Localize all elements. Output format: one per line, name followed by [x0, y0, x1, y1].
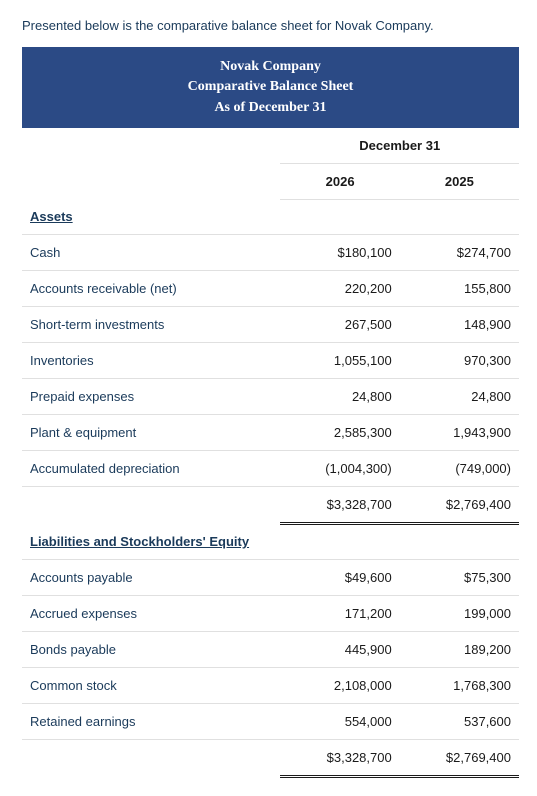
- row-liab-total: $3,328,700 $2,769,400: [22, 739, 519, 776]
- label-bonds: Bonds payable: [22, 631, 280, 667]
- bonds-2026: 445,900: [280, 631, 399, 667]
- prepaid-2026: 24,800: [280, 379, 399, 415]
- label-cs: Common stock: [22, 667, 280, 703]
- bonds-2025: 189,200: [400, 631, 519, 667]
- cash-2026: $180,100: [280, 235, 399, 271]
- row-cash: Cash $180,100 $274,700: [22, 235, 519, 271]
- section-assets-title-row: Assets: [22, 199, 519, 235]
- year-row: 2026 2025: [22, 163, 519, 199]
- label-ap: Accounts payable: [22, 559, 280, 595]
- prepaid-2025: 24,800: [400, 379, 519, 415]
- intro-text: Presented below is the comparative balan…: [22, 18, 519, 33]
- accdep-2026: (1,004,300): [280, 451, 399, 487]
- company-name: Novak Company: [22, 57, 519, 77]
- col-2025-header: 2025: [400, 163, 519, 199]
- re-2025: 537,600: [400, 703, 519, 739]
- sheet-title: Comparative Balance Sheet: [22, 77, 519, 97]
- label-inv: Inventories: [22, 343, 280, 379]
- label-ar: Accounts receivable (net): [22, 271, 280, 307]
- cs-2025: 1,768,300: [400, 667, 519, 703]
- ap-2025: $75,300: [400, 559, 519, 595]
- ap-2026: $49,600: [280, 559, 399, 595]
- sheet-header: Novak Company Comparative Balance Sheet …: [22, 47, 519, 128]
- cs-2026: 2,108,000: [280, 667, 399, 703]
- row-retained-earnings: Retained earnings 554,000 537,600: [22, 703, 519, 739]
- as-of-line: As of December 31: [22, 98, 519, 118]
- label-pe: Plant & equipment: [22, 415, 280, 451]
- label-cash: Cash: [22, 235, 280, 271]
- row-sti: Short-term investments 267,500 148,900: [22, 307, 519, 343]
- row-inventories: Inventories 1,055,100 970,300: [22, 343, 519, 379]
- liab-section-title: Liabilities and Stockholders' Equity: [30, 534, 249, 549]
- accr-2026: 171,200: [280, 595, 399, 631]
- row-prepaid: Prepaid expenses 24,800 24,800: [22, 379, 519, 415]
- label-accdep: Accumulated depreciation: [22, 451, 280, 487]
- accr-2025: 199,000: [400, 595, 519, 631]
- col-2026-header: 2026: [280, 163, 399, 199]
- inv-2026: 1,055,100: [280, 343, 399, 379]
- assets-total-2026: $3,328,700: [280, 487, 399, 524]
- row-bonds: Bonds payable 445,900 189,200: [22, 631, 519, 667]
- column-group-row: December 31: [22, 128, 519, 164]
- cash-2025: $274,700: [400, 235, 519, 271]
- re-2026: 554,000: [280, 703, 399, 739]
- ar-2025: 155,800: [400, 271, 519, 307]
- section-liab-title-row: Liabilities and Stockholders' Equity: [22, 524, 519, 560]
- row-acc-dep: Accumulated depreciation (1,004,300) (74…: [22, 451, 519, 487]
- ar-2026: 220,200: [280, 271, 399, 307]
- assets-section-title: Assets: [30, 209, 73, 224]
- label-prepaid: Prepaid expenses: [22, 379, 280, 415]
- pe-2026: 2,585,300: [280, 415, 399, 451]
- assets-total-2025: $2,769,400: [400, 487, 519, 524]
- label-sti: Short-term investments: [22, 307, 280, 343]
- liab-total-2026: $3,328,700: [280, 739, 399, 776]
- row-plant-equipment: Plant & equipment 2,585,300 1,943,900: [22, 415, 519, 451]
- row-ap: Accounts payable $49,600 $75,300: [22, 559, 519, 595]
- row-ar: Accounts receivable (net) 220,200 155,80…: [22, 271, 519, 307]
- label-re: Retained earnings: [22, 703, 280, 739]
- liab-total-2025: $2,769,400: [400, 739, 519, 776]
- sti-2026: 267,500: [280, 307, 399, 343]
- accdep-2025: (749,000): [400, 451, 519, 487]
- row-assets-total: $3,328,700 $2,769,400: [22, 487, 519, 524]
- balance-sheet-table: December 31 2026 2025 Assets Cash $180,1…: [22, 128, 519, 778]
- pe-2025: 1,943,900: [400, 415, 519, 451]
- sti-2025: 148,900: [400, 307, 519, 343]
- inv-2025: 970,300: [400, 343, 519, 379]
- row-accrued: Accrued expenses 171,200 199,000: [22, 595, 519, 631]
- column-group: December 31: [280, 128, 519, 164]
- label-accr: Accrued expenses: [22, 595, 280, 631]
- row-common-stock: Common stock 2,108,000 1,768,300: [22, 667, 519, 703]
